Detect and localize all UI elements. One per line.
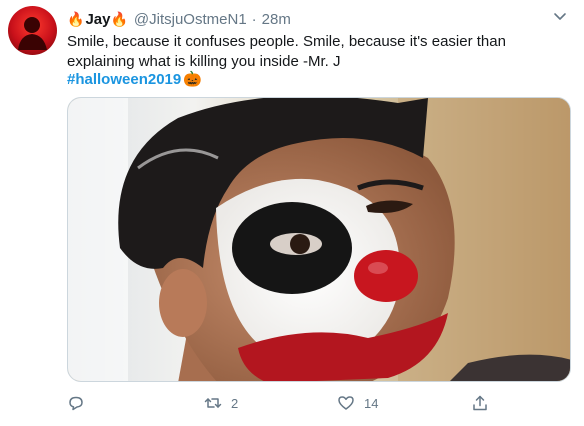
hashtag-link[interactable]: #halloween2019 (67, 70, 181, 90)
tweet-timestamp[interactable]: 28m (262, 11, 291, 28)
avatar-silhouette (18, 17, 47, 50)
separator-dot: · (251, 10, 257, 28)
like-button[interactable]: 14 (337, 394, 378, 412)
retweet-icon (204, 398, 222, 408)
like-count: 14 (364, 395, 379, 411)
tweet-text: Smile, because it confuses people. Smile… (67, 33, 506, 70)
tweet-media[interactable] (67, 97, 571, 382)
chevron-down-icon[interactable] (550, 6, 570, 26)
fire-emoji: 🔥 (110, 11, 128, 27)
selfie-photo (68, 98, 570, 381)
share-button[interactable] (471, 394, 489, 412)
hashtag-line: #halloween2019 🎃 (67, 70, 202, 90)
pumpkin-emoji: 🎃 (183, 71, 202, 88)
reply-icon (69, 396, 83, 411)
tweet-actions: 2 14 (67, 394, 507, 422)
share-icon (473, 395, 487, 411)
author-handle[interactable]: @JitsjuOstmeN1 (134, 11, 247, 28)
heart-icon (338, 396, 354, 410)
retweet-button[interactable]: 2 (204, 394, 238, 412)
reply-button[interactable] (67, 394, 94, 412)
retweet-count: 2 (231, 395, 239, 411)
tweet-header: 🔥 Jay 🔥 @JitsjuOstmeN1 · 28m (67, 9, 291, 29)
avatar[interactable] (8, 6, 57, 55)
author-name[interactable]: Jay (85, 11, 110, 28)
fire-emoji: 🔥 (67, 11, 85, 27)
tweet[interactable]: 🔥 Jay 🔥 @JitsjuOstmeN1 · 28m Smile, beca… (0, 0, 584, 426)
